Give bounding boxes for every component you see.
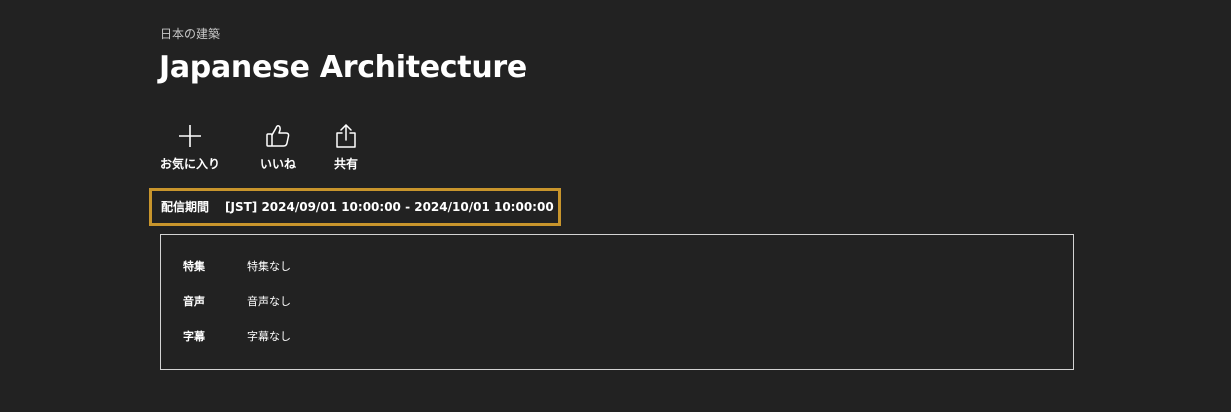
detail-row-audio: 音声 音声なし — [183, 294, 291, 310]
detail-value: 音声なし — [247, 295, 291, 308]
period-value: [JST] 2024/09/01 10:00:00 - 2024/10/01 1… — [225, 200, 554, 214]
thumbs-up-icon — [264, 122, 292, 150]
share-button[interactable]: 共有 — [332, 122, 360, 178]
plus-icon — [176, 122, 204, 150]
page-subtitle: 日本の建築 — [160, 27, 221, 41]
distribution-period: 配信期間 [JST] 2024/09/01 10:00:00 - 2024/10… — [149, 188, 561, 226]
detail-row-subtitles: 字幕 字幕なし — [183, 329, 291, 345]
detail-key: 特集 — [183, 260, 205, 273]
like-button[interactable]: いいね — [260, 122, 296, 178]
detail-key: 音声 — [183, 295, 205, 308]
page-title: Japanese Architecture — [159, 50, 527, 85]
share-icon — [332, 122, 360, 150]
detail-key: 字幕 — [183, 330, 205, 343]
like-label: いいね — [260, 157, 297, 171]
period-label: 配信期間 — [161, 200, 210, 214]
share-label: 共有 — [334, 157, 359, 171]
detail-row-feature: 特集 特集なし — [183, 259, 291, 275]
detail-value: 特集なし — [247, 260, 291, 273]
detail-value: 字幕なし — [247, 330, 291, 343]
details-panel: 特集 特集なし 音声 音声なし 字幕 字幕なし — [160, 234, 1074, 370]
favorite-label: お気に入り — [160, 157, 221, 171]
action-bar: お気に入り いいね 共有 — [160, 122, 392, 178]
favorite-button[interactable]: お気に入り — [160, 122, 220, 178]
